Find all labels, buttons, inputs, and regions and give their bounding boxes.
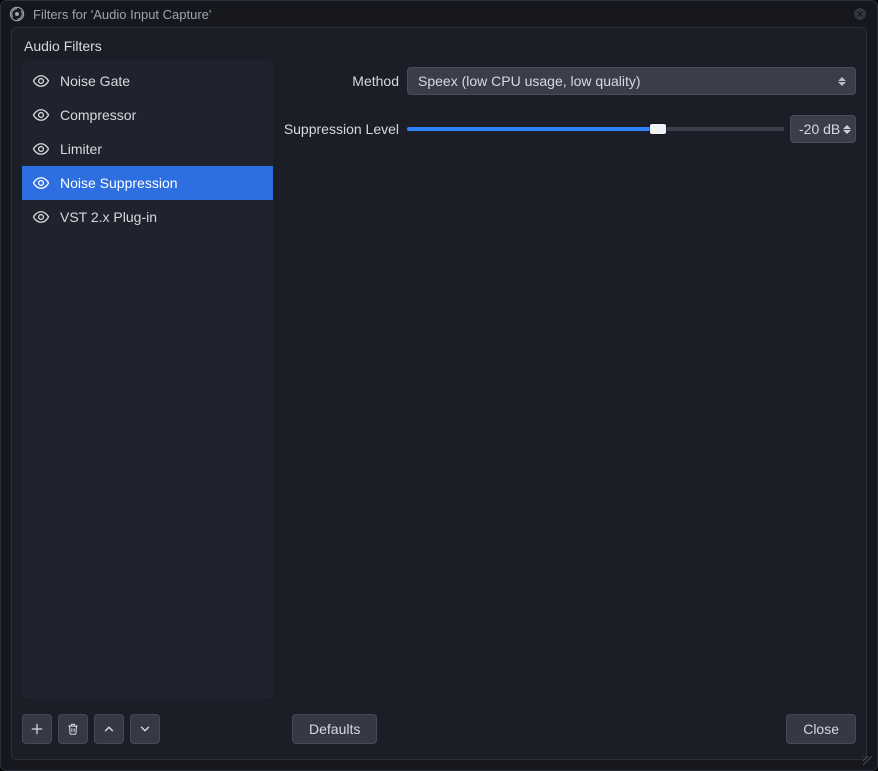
resize-grip[interactable] <box>863 756 873 766</box>
titlebar: Filters for 'Audio Input Capture' <box>1 1 877 27</box>
eye-icon <box>32 140 50 158</box>
visibility-toggle[interactable] <box>32 106 50 124</box>
eye-icon <box>32 72 50 90</box>
obs-logo-icon <box>9 6 25 22</box>
add-filter-button[interactable] <box>22 714 52 744</box>
close-icon <box>853 7 867 21</box>
spin-stepper-icon <box>843 125 851 134</box>
plus-icon <box>30 722 44 736</box>
body-row: Noise Gate Compressor Limiter Noise Suppres… <box>22 60 856 699</box>
filter-settings: Method Speex (low CPU usage, low quality… <box>283 60 856 699</box>
method-row: Method Speex (low CPU usage, low quality… <box>283 64 856 98</box>
visibility-toggle[interactable] <box>32 208 50 226</box>
filter-item[interactable]: Compressor <box>22 98 273 132</box>
content-area: Audio Filters Noise Gate Compressor Limite… <box>11 27 867 760</box>
move-filter-up-button[interactable] <box>94 714 124 744</box>
filter-item-label: Compressor <box>60 107 136 123</box>
filter-item[interactable]: Limiter <box>22 132 273 166</box>
eye-icon <box>32 174 50 192</box>
close-button-label: Close <box>803 721 839 737</box>
filters-dialog: Filters for 'Audio Input Capture' Audio … <box>0 0 878 771</box>
suppression-slider[interactable] <box>407 127 784 131</box>
defaults-button[interactable]: Defaults <box>292 714 377 744</box>
defaults-button-label: Defaults <box>309 721 360 737</box>
visibility-toggle[interactable] <box>32 174 50 192</box>
window-title: Filters for 'Audio Input Capture' <box>33 7 851 22</box>
trash-icon <box>66 722 80 736</box>
eye-icon <box>32 106 50 124</box>
footer: Defaults Close <box>22 709 856 749</box>
filter-item-label: Limiter <box>60 141 102 157</box>
method-select-value: Speex (low CPU usage, low quality) <box>418 73 641 89</box>
remove-filter-button[interactable] <box>58 714 88 744</box>
eye-icon <box>32 208 50 226</box>
method-select[interactable]: Speex (low CPU usage, low quality) <box>407 67 856 95</box>
window-close-button[interactable] <box>851 5 869 23</box>
suppression-spinbox-value: -20 dB <box>799 121 840 137</box>
filter-item-label: VST 2.x Plug-in <box>60 209 157 225</box>
filter-item[interactable]: VST 2.x Plug-in <box>22 200 273 234</box>
filter-list-toolbar <box>22 714 160 744</box>
visibility-toggle[interactable] <box>32 72 50 90</box>
filter-item[interactable]: Noise Suppression <box>22 166 273 200</box>
filter-item[interactable]: Noise Gate <box>22 64 273 98</box>
method-label: Method <box>283 73 407 89</box>
chevron-up-icon <box>102 722 116 736</box>
suppression-label: Suppression Level <box>283 121 407 137</box>
slider-thumb[interactable] <box>650 124 666 134</box>
close-button[interactable]: Close <box>786 714 856 744</box>
select-stepper-icon <box>833 68 851 94</box>
filter-item-label: Noise Gate <box>60 73 130 89</box>
chevron-down-icon <box>138 722 152 736</box>
move-filter-down-button[interactable] <box>130 714 160 744</box>
filter-list: Noise Gate Compressor Limiter Noise Suppres… <box>22 60 273 699</box>
suppression-row: Suppression Level -20 dB <box>283 112 856 146</box>
visibility-toggle[interactable] <box>32 140 50 158</box>
filter-item-label: Noise Suppression <box>60 175 178 191</box>
slider-fill <box>407 127 658 131</box>
suppression-spinbox[interactable]: -20 dB <box>790 115 856 143</box>
section-title: Audio Filters <box>24 38 856 54</box>
